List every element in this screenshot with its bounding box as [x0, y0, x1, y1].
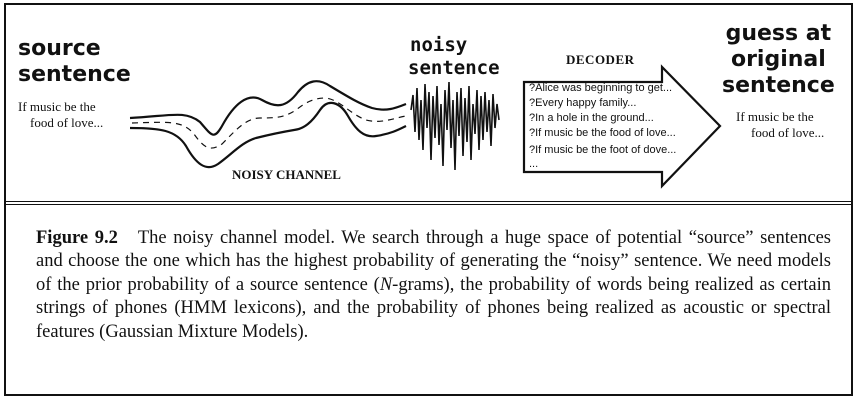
hypothesis-3: ?In a hole in the ground...: [529, 112, 654, 124]
noisy-waveform: [410, 81, 500, 171]
guess-title-line-1: guess at: [725, 21, 832, 46]
figure-caption: Figure 9.2 The noisy channel model. We se…: [36, 227, 831, 344]
caption-ngram-italic: N: [379, 274, 393, 295]
guess-text-line-1: If music be the: [736, 109, 814, 124]
channel-lower-boundary: [129, 101, 407, 169]
noisy-title-line-2: sentence: [408, 57, 500, 79]
hypothesis-5: ?If music be the foot of dove...: [529, 144, 677, 156]
hypothesis-2: ?Every happy family...: [529, 97, 637, 109]
hypothesis-1: ?Alice was beginning to get...: [529, 82, 673, 94]
hypothesis-4: ?If music be the food of love...: [529, 127, 676, 139]
hypothesis-6: ...: [529, 158, 539, 170]
decoder-label: DECODER: [566, 52, 635, 67]
guess-original-title: guess at original sentence: [722, 21, 835, 99]
guess-title-line-3: sentence: [722, 73, 835, 98]
noisy-channel-label: NOISY CHANNEL: [232, 167, 341, 182]
guess-title-line-2: original: [730, 47, 826, 72]
noisy-sentence-title: noisy sentence: [408, 34, 500, 80]
guess-sentence-text: If music be the food of love...: [736, 109, 824, 141]
noisy-title-line-1: noisy: [410, 34, 468, 56]
figure-label: Figure 9.2: [36, 228, 118, 248]
channel-upper-boundary: [129, 80, 407, 136]
guess-text-line-2: food of love...: [751, 125, 825, 140]
